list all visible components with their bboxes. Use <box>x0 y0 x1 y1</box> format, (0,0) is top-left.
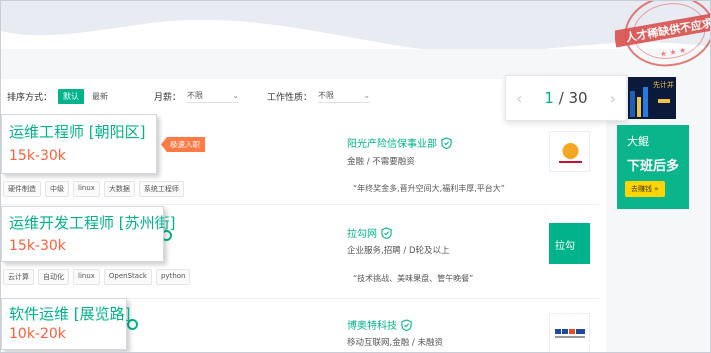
ad-banner[interactable]: 先计并 <box>628 77 676 119</box>
company-name[interactable]: 拉勾网 <box>347 225 392 240</box>
screenshot-frame: 排序方式： 默认 最新 月薪： 不限 ⌄ 工作性质： 不限 ⌄ 阳光产险信保事业… <box>0 0 711 353</box>
company-industry: 企业服务,招聘 / D轮及以上 <box>347 246 450 256</box>
nature-label: 工作性质： <box>267 92 313 103</box>
job-tag[interactable]: linux <box>73 181 100 197</box>
job-tag[interactable]: 自动化 <box>38 269 69 285</box>
sort-label: 排序方式： <box>7 92 53 103</box>
job-tag[interactable]: 中级 <box>45 181 69 197</box>
job-title[interactable]: 软件运维 [展览路] <box>9 303 130 324</box>
sun-logo-icon <box>559 143 582 163</box>
fast-hire-badge: 极速入职 <box>161 137 205 152</box>
sort-latest-button[interactable]: 最新 <box>92 91 108 102</box>
sort-default-button[interactable]: 默认 <box>58 88 85 104</box>
page-separator: / <box>553 89 569 107</box>
job-tags: 云计算 自动化 linux OpenStack python <box>3 269 191 285</box>
chevron-right-icon[interactable]: › <box>610 89 616 108</box>
stamp: 人才稀缺供不应求 ★ ★ ★ <box>613 1 711 75</box>
job-tag[interactable]: linux <box>73 269 100 285</box>
verified-shield-icon <box>381 226 392 239</box>
svg-text:人才稀缺供不应求: 人才稀缺供不应求 <box>625 15 711 44</box>
chevron-down-icon: ⌄ <box>363 90 371 100</box>
current-page: 1 <box>544 89 554 107</box>
job-tag[interactable]: 大数据 <box>103 181 135 197</box>
ad-brand: 大鲲 <box>627 135 649 148</box>
verified-shield-icon <box>441 136 452 149</box>
company-name-text: 阳光产险信保事业部 <box>347 139 437 150</box>
page-indicator: 1 / 30 <box>544 89 587 107</box>
company-industry: 金融 / 不需要融资 <box>347 157 415 167</box>
ad-text: 先计并 <box>653 81 674 89</box>
job-title[interactable]: 运维工程师 [朝阳区] <box>9 121 145 142</box>
company-name-text: 博奥特科技 <box>347 321 397 332</box>
job-title[interactable]: 运维开发工程师 [苏州街] <box>9 212 175 233</box>
nature-select[interactable]: 不限 ⌄ <box>318 90 371 103</box>
company-logo[interactable]: 拉勾 <box>549 223 590 264</box>
company-logo[interactable] <box>549 313 590 352</box>
job-salary: 15k-30k <box>9 148 66 164</box>
salary-label: 月薪： <box>154 92 182 103</box>
salary-select-value: 不限 <box>187 90 204 100</box>
company-quote: “年终奖金多,晋升空间大,福利丰厚,平台大” <box>353 184 505 193</box>
company-name[interactable]: 阳光产险信保事业部 <box>347 135 452 150</box>
stamp-seal: 人才稀缺供不应求 ★ ★ ★ <box>613 1 711 67</box>
ad-headline: 下班后多 <box>627 159 680 174</box>
company-logo[interactable] <box>549 131 590 172</box>
verified-shield-icon <box>401 318 412 331</box>
job-title-callout[interactable]: 软件运维 [展览路] 10k-20k <box>1 298 130 350</box>
nature-select-value: 不限 <box>318 90 335 100</box>
job-tag[interactable]: 硬件制造 <box>3 181 41 197</box>
job-tag[interactable]: python <box>155 269 191 285</box>
svg-text:★ ★ ★: ★ ★ ★ <box>659 45 687 58</box>
job-title-callout[interactable]: 运维开发工程师 [苏州街] 15k-30k <box>1 206 175 262</box>
company-quote: “技术挑战、美味果盘、管午晚餐” <box>353 274 474 283</box>
job-tag[interactable]: 云计算 <box>3 269 34 285</box>
job-salary: 15k-30k <box>9 238 66 254</box>
chevron-down-icon: ⌄ <box>232 90 240 100</box>
total-pages: 30 <box>568 89 588 107</box>
filter-bar: 排序方式： 默认 最新 月薪： 不限 ⌄ 工作性质： 不限 ⌄ <box>1 83 501 109</box>
company-logo-icon <box>555 329 585 338</box>
job-title-callout[interactable]: 运维工程师 [朝阳区] 15k-30k <box>1 114 157 174</box>
chevron-left-icon[interactable]: ‹ <box>516 89 522 108</box>
company-name[interactable]: 博奥特科技 <box>347 317 412 332</box>
job-salary: 10k-20k <box>9 326 66 342</box>
ad-banner[interactable]: 大鲲 下班后多 去赚钱 » <box>617 125 689 209</box>
lagou-logo-text: 拉勾 <box>555 241 575 252</box>
job-tags: 硬件制造 中级 linux 大数据 系统工程师 <box>3 181 184 197</box>
ad-cta-button[interactable]: 去赚钱 » <box>625 181 665 197</box>
salary-select[interactable]: 不限 ⌄ <box>187 90 240 103</box>
pagination: ‹ 1 / 30 › <box>505 75 627 121</box>
company-industry: 移动互联网,金融 / 未融资 <box>347 338 443 348</box>
job-tag[interactable]: 系统工程师 <box>138 181 184 197</box>
job-tag[interactable]: OpenStack <box>103 269 152 285</box>
company-name-text: 拉勾网 <box>347 229 377 240</box>
